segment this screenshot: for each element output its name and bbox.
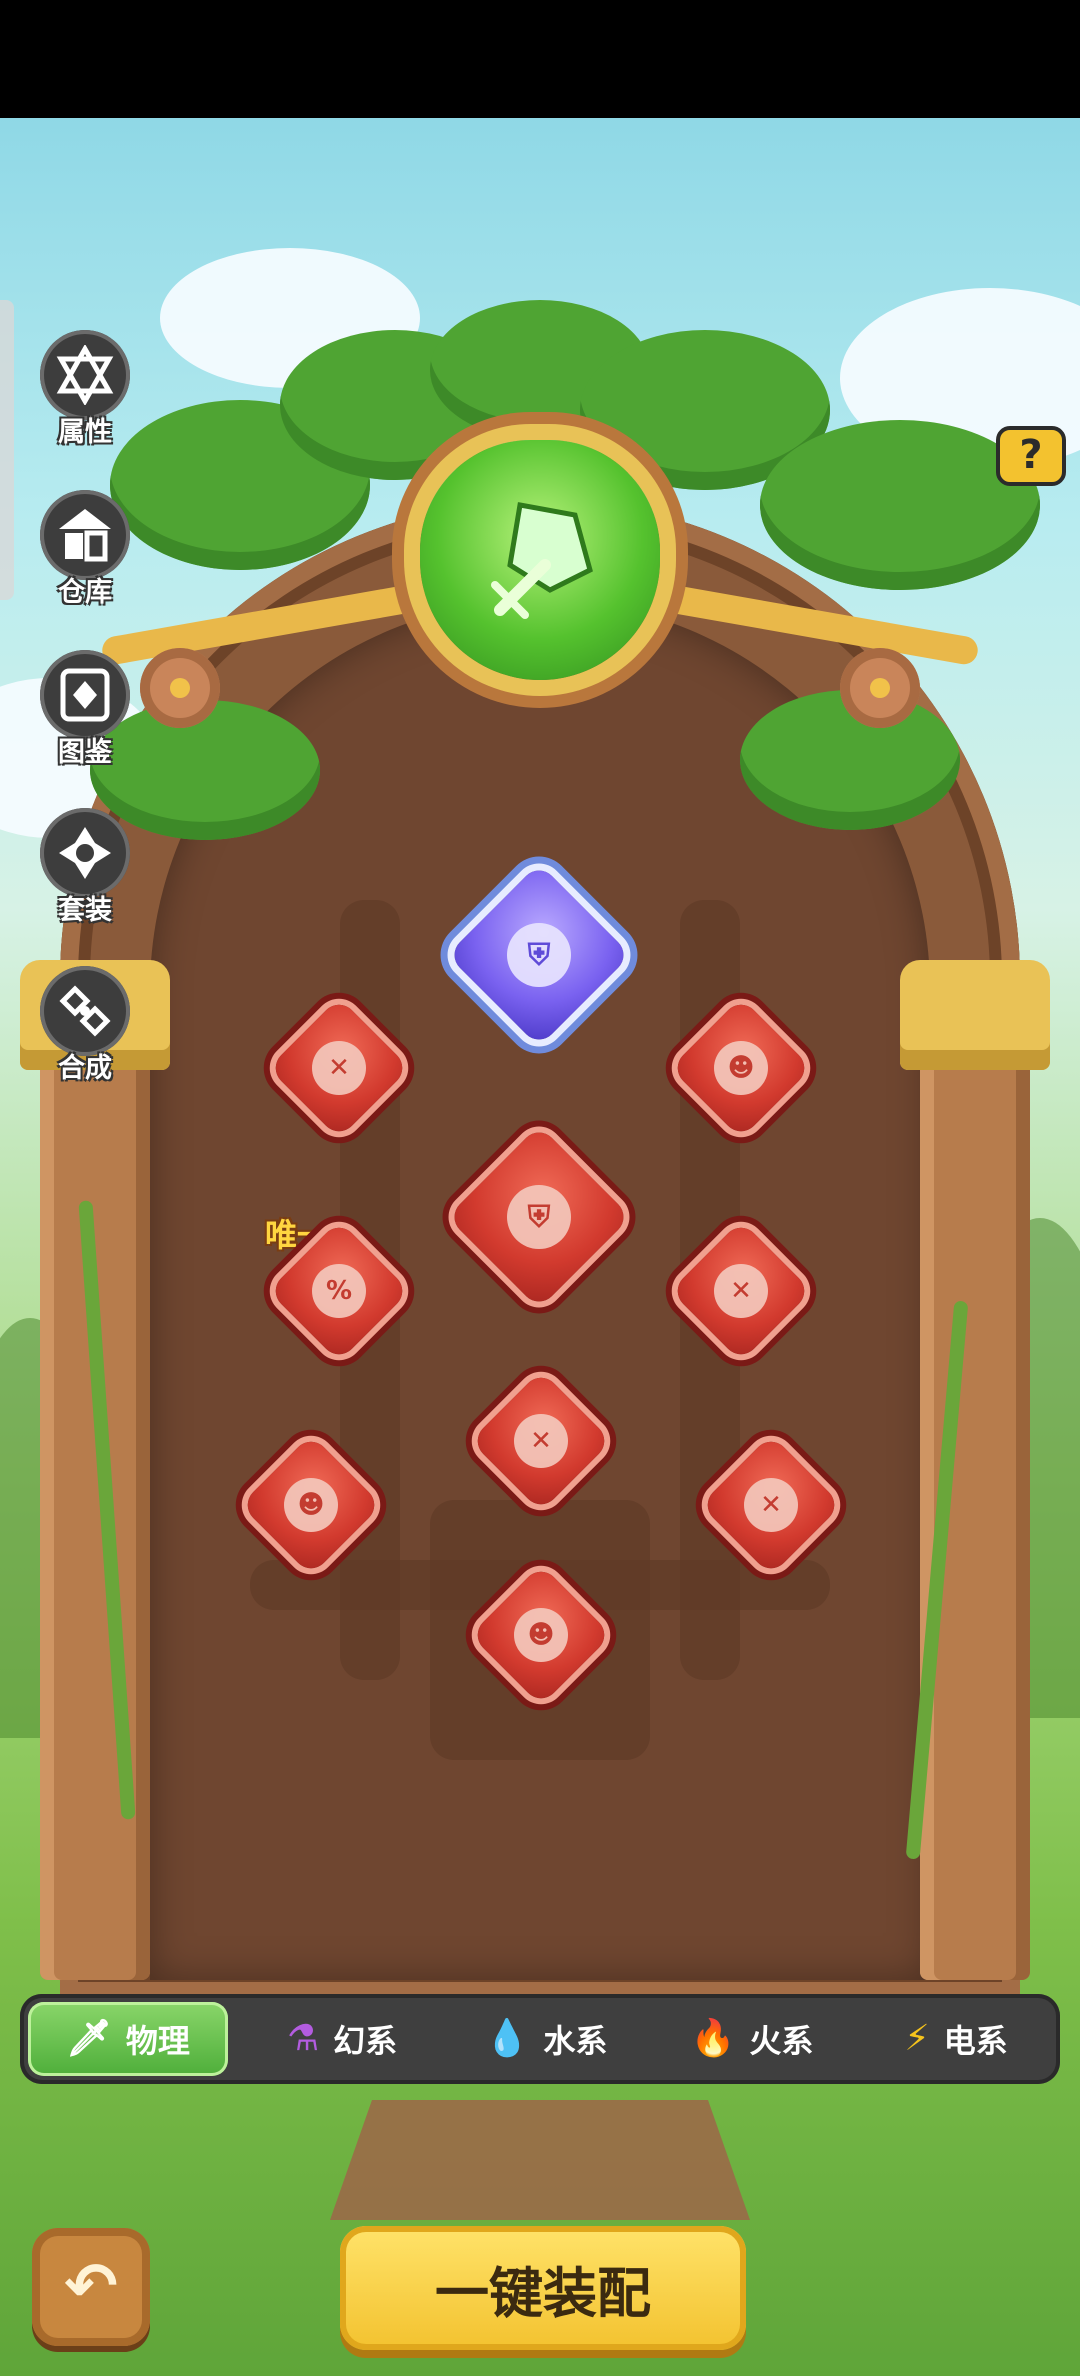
set-icon xyxy=(40,808,130,898)
element-tab-bar: 🗡 物理 ⚗ 幻系 💧 水系 🔥 火系 ⚡ 电系 xyxy=(20,1994,1060,2084)
equipment-slot[interactable]: ☻ xyxy=(240,1434,382,1576)
side-menu-sets[interactable]: 套装 xyxy=(30,808,140,927)
rosette xyxy=(140,648,220,728)
sword-icon: 🗡 xyxy=(66,2018,112,2059)
equipment-slot[interactable]: ✕ xyxy=(700,1434,842,1576)
equipment-slot[interactable]: ☻ xyxy=(670,997,812,1139)
equipment-slot[interactable]: ✕ xyxy=(268,997,410,1139)
tab-fire[interactable]: 🔥 火系 xyxy=(652,2002,852,2076)
demon-face-icon: ☻ xyxy=(714,1041,768,1095)
tab-label: 火系 xyxy=(749,2022,814,2060)
cross-drop-icon: ✕ xyxy=(714,1264,768,1318)
cross-gear-icon: ✕ xyxy=(514,1414,568,1468)
physical-emblem xyxy=(420,440,660,680)
back-button[interactable]: ↶ xyxy=(32,2228,150,2346)
tab-label: 水系 xyxy=(543,2022,608,2060)
skull-icon: ☻ xyxy=(514,1608,568,1662)
equipment-slot[interactable]: ✕ xyxy=(670,1220,812,1362)
auto-equip-button[interactable]: 一键装配 xyxy=(340,2226,746,2350)
equipment-slot[interactable]: % xyxy=(268,1220,410,1362)
tab-physical[interactable]: 🗡 物理 xyxy=(28,2002,228,2076)
crit-blade-icon: % xyxy=(312,1264,366,1318)
side-menu-label: 套装 xyxy=(58,895,112,926)
equipment-slot-main[interactable]: ⛨ xyxy=(447,1125,631,1309)
equipment-slot[interactable]: ☻ xyxy=(470,1564,612,1706)
cross-gear-icon: ✕ xyxy=(312,1041,366,1095)
side-menu-label: 属性 xyxy=(58,417,112,448)
equipment-slot[interactable]: ✕ xyxy=(470,1370,612,1512)
cross-gear-icon: ✕ xyxy=(744,1478,798,1532)
equipment-slot-core[interactable]: ⛨ xyxy=(447,863,631,1047)
tab-electric[interactable]: ⚡ 电系 xyxy=(856,2002,1056,2076)
cracked-shield-icon: ⛨ xyxy=(507,923,571,987)
side-menu-codex[interactable]: 图鉴 xyxy=(30,650,140,769)
side-menu-label: 仓库 xyxy=(58,577,112,608)
status-bar xyxy=(0,0,1080,118)
water-drop-icon: 💧 xyxy=(484,2018,530,2059)
sword-gem-icon xyxy=(491,502,593,619)
side-menu-attributes[interactable]: 属性 xyxy=(30,330,140,449)
side-menu-warehouse[interactable]: 仓库 xyxy=(30,490,140,609)
hexagram-icon xyxy=(40,330,130,420)
side-menu-label: 图鉴 xyxy=(58,737,112,768)
stone-steps xyxy=(330,2100,750,2220)
potion-icon: ⚗ xyxy=(286,2018,320,2059)
tab-label: 物理 xyxy=(125,2022,190,2060)
fire-icon: 🔥 xyxy=(690,2018,736,2059)
rosette xyxy=(840,648,920,728)
side-menu-synthesis[interactable]: 合成 xyxy=(30,966,140,1085)
tab-label: 电系 xyxy=(943,2022,1008,2060)
tab-illusion[interactable]: ⚗ 幻系 xyxy=(242,2002,442,2076)
cracked-shield-icon: ⛨ xyxy=(507,1185,571,1249)
side-drawer-handle[interactable] xyxy=(0,300,14,600)
skull-icon: ☻ xyxy=(284,1478,338,1532)
codex-icon xyxy=(40,650,130,740)
help-button[interactable]: ? xyxy=(996,426,1066,486)
tab-label: 幻系 xyxy=(333,2022,398,2060)
tab-water[interactable]: 💧 水系 xyxy=(446,2002,646,2076)
synthesis-icon xyxy=(40,966,130,1056)
right-pillar-cap xyxy=(900,960,1050,1070)
left-pillar xyxy=(40,1050,150,1980)
side-menu-label: 合成 xyxy=(58,1053,112,1084)
lightning-icon: ⚡ xyxy=(904,2018,930,2059)
warehouse-icon xyxy=(40,490,130,580)
